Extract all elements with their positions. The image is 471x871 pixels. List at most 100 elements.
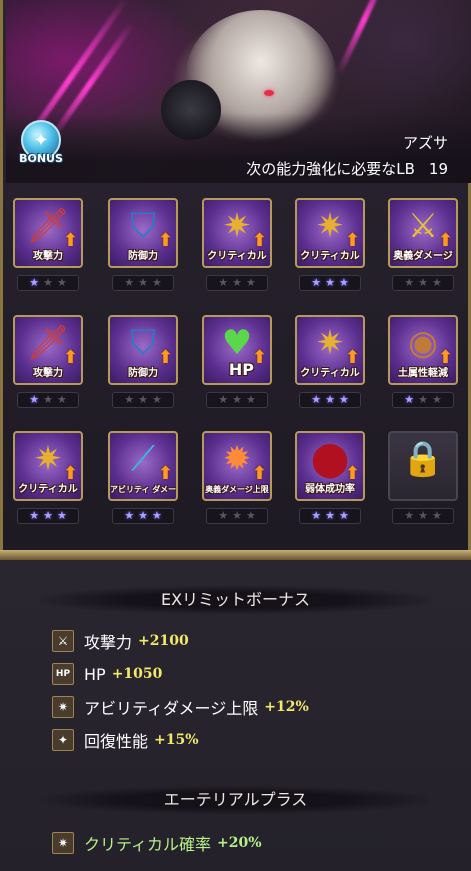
character-panel: ✦ BONUS アズサ 次の能力強化に必要なLB 19 🗡 ⬆ 攻撃力 ★ ★ ★ ⛉ ⬆ 防御力… xyxy=(0,0,471,550)
bonus-label: BONUS xyxy=(19,152,63,165)
skill-label: 攻撃力 xyxy=(33,251,63,262)
star-icon: ★ xyxy=(404,276,415,289)
star-icon: ★ xyxy=(232,509,242,522)
skill-slot[interactable]: ⚔ ⬆ 奥義ダメージ ★ ★ ★ xyxy=(388,198,458,296)
skill-slot[interactable]: ✷ ⬆ クリティカル ★ ★ ★ xyxy=(202,198,272,296)
star-icon: ★ xyxy=(29,276,40,289)
skill-slot[interactable]: ⟋⬆アビリティ ダメージ上限 ★★★ xyxy=(108,431,178,529)
skill-stars: ★ ★ ★ xyxy=(17,392,79,408)
star-icon: ★ xyxy=(431,276,442,289)
skill-slot[interactable]: ⛉ ⬆ 防御力 ★ ★ ★ xyxy=(108,315,178,413)
skill-slot[interactable]: ✷ ⬆ クリティカル ★ ★ ★ xyxy=(295,198,365,296)
skill-stars: ★ ★ ★ xyxy=(206,508,268,524)
star-icon: ★ xyxy=(218,393,229,406)
star-icon: ★ xyxy=(338,276,349,289)
skill-label: 防御力 xyxy=(128,251,158,262)
skill-label: クリティカル xyxy=(18,484,78,495)
skill-icon: ⟋⬆アビリティ ダメージ上限 xyxy=(108,431,178,501)
skill-icon: ⛉ ⬆ 防御力 xyxy=(108,315,178,385)
star-icon: ★ xyxy=(232,276,242,289)
star-icon: ★ xyxy=(124,393,135,406)
star-icon: ★ xyxy=(245,509,256,522)
bonus-row: HP HP +1050 xyxy=(52,661,162,687)
bonus-badge[interactable]: ✦ BONUS xyxy=(17,120,65,174)
skill-stars: ★ ★ ★ xyxy=(299,275,361,291)
star-icon: ★ xyxy=(338,509,349,522)
star-icon: ★ xyxy=(138,276,148,289)
star-icon: ★ xyxy=(151,276,162,289)
lb-value: 19 xyxy=(428,160,448,178)
character-banner xyxy=(6,0,471,183)
skill-icon: ♥ ⬆ HP xyxy=(202,315,272,385)
skill-stars: ★ ★ ★ xyxy=(206,392,268,408)
upgrade-arrow-icon: ⬆ xyxy=(251,463,267,484)
bonus-stat-name: クリティカル確率 xyxy=(84,835,212,854)
star-icon: ★ xyxy=(29,509,40,522)
skill-stars: ★ ★ ★ xyxy=(392,275,454,291)
skill-stars: ★ ★ ★ xyxy=(112,508,174,524)
star-icon: ★ xyxy=(325,276,335,289)
bonus-stat-icon: ✷ xyxy=(52,696,74,718)
skill-stars: ★ ★ ★ xyxy=(299,508,361,524)
bonus-stat-name: 回復性能 xyxy=(84,732,149,751)
star-icon: ★ xyxy=(43,276,53,289)
skill-stars: ★ ★ ★ xyxy=(206,275,268,291)
skill-label: 防御力 xyxy=(128,368,158,379)
star-icon: ★ xyxy=(151,393,162,406)
star-icon: ★ xyxy=(124,509,135,522)
star-icon: ★ xyxy=(218,276,229,289)
skill-slot[interactable]: 🗡 ⬆ 攻撃力 ★ ★ ★ xyxy=(13,198,83,296)
skill-slot[interactable]: ✹ ⬆ 奥義ダメージ上限 ★ ★ ★ xyxy=(202,431,272,529)
skill-slot[interactable]: ⬤ ⬆ 弱体成功率 ★ ★ ★ xyxy=(295,431,365,529)
star-icon: ★ xyxy=(29,393,40,406)
skill-icon: ✷ ⬆ クリティカル xyxy=(202,198,272,268)
star-icon: ★ xyxy=(311,393,322,406)
upgrade-arrow-icon: ⬆ xyxy=(157,463,173,484)
bonus-stat-icon: ✷ xyxy=(52,832,74,854)
skill-label: 奥義ダメージ上限 xyxy=(205,485,269,494)
bonus-stat-icon: ✦ xyxy=(52,729,74,751)
character-name: アズサ xyxy=(402,134,448,152)
skill-icon: ✷ ⬆ クリティカル xyxy=(13,431,83,501)
bonus-stat-name: HP xyxy=(84,664,106,684)
bonus-row: ✷ アビリティダメージ上限 +12% xyxy=(52,694,309,720)
bonus-stat-value: +2100 xyxy=(138,633,189,649)
skill-icon: ⛉ ⬆ 防御力 xyxy=(108,198,178,268)
bonus-stat-value: +12% xyxy=(264,699,309,715)
star-icon: ★ xyxy=(431,393,442,406)
star-icon: ★ xyxy=(218,509,229,522)
skill-stars: ★ ★ ★ xyxy=(17,275,79,291)
bonus-row: ✷ クリティカル確率 +20% xyxy=(52,830,262,856)
star-icon: ★ xyxy=(43,393,53,406)
star-icon: ★ xyxy=(311,509,322,522)
star-icon: ★ xyxy=(404,509,415,522)
skill-stars: ★ ★ ★ xyxy=(392,508,454,524)
skill-slot[interactable]: ✷ ⬆ クリティカル ★ ★ ★ xyxy=(13,431,83,529)
bonus-row: ⚔ 攻撃力 +2100 xyxy=(52,628,189,654)
skill-slot[interactable]: ♥ ⬆ HP ★ ★ ★ xyxy=(202,315,272,413)
skill-stars: ★ ★ ★ xyxy=(392,392,454,408)
skill-slot-locked[interactable]: 🔒 ★ ★ ★ xyxy=(388,431,458,529)
skill-icon: ✹ ⬆ 奥義ダメージ上限 xyxy=(202,431,272,501)
skill-icon: ◉ ⬆ 土属性軽減 xyxy=(388,315,458,385)
skill-icon: ✷ ⬆ クリティカル xyxy=(295,198,365,268)
skill-stars: ★ ★ ★ xyxy=(112,275,174,291)
lock-icon: 🔒 xyxy=(388,431,458,501)
skill-slot[interactable]: ✷ ⬆ クリティカル ★ ★ ★ xyxy=(295,315,365,413)
bonus-stat-value: +15% xyxy=(154,732,199,748)
skill-icon: ⚔ ⬆ 奥義ダメージ xyxy=(388,198,458,268)
skill-slot[interactable]: ⛉ ⬆ 防御力 ★ ★ ★ xyxy=(108,198,178,296)
bonus-stat-value: +1050 xyxy=(111,666,163,682)
skill-slot[interactable]: ◉ ⬆ 土属性軽減 ★ ★ ★ xyxy=(388,315,458,413)
skill-label: クリティカル xyxy=(300,368,360,379)
star-icon: ★ xyxy=(325,393,335,406)
bonus-stat-value: +20% xyxy=(217,835,262,851)
skill-slot[interactable]: 🗡 ⬆ 攻撃力 ★ ★ ★ xyxy=(13,315,83,413)
bonus-row: ✦ 回復性能 +15% xyxy=(52,727,199,753)
star-icon: ★ xyxy=(43,509,53,522)
star-icon: ★ xyxy=(56,276,67,289)
bonus-panel: EXリミットボーナス ⚔ 攻撃力 +2100 HP HP +1050 ✷ アビリティダメージ上… xyxy=(0,560,471,871)
skill-label: クリティカル xyxy=(300,251,360,262)
bonus-stat-name: アビリティダメージ上限 xyxy=(84,699,259,718)
skill-icon: 🗡 ⬆ 攻撃力 xyxy=(13,315,83,385)
